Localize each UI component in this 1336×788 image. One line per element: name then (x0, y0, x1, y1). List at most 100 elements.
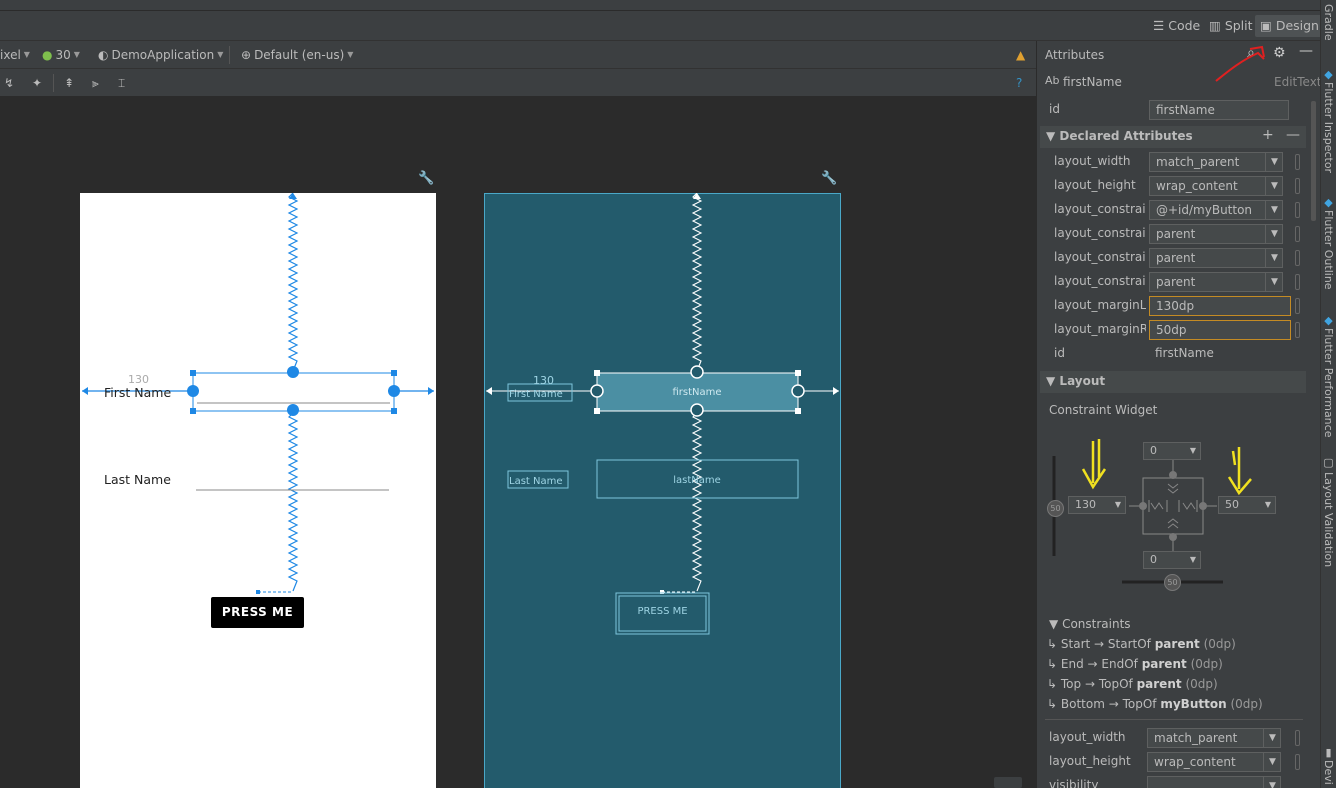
constraint-item[interactable]: ↳ Start → StartOf parent (0dp) (1047, 637, 1236, 651)
resource-picker[interactable] (1295, 154, 1300, 170)
resource-picker[interactable] (1295, 754, 1300, 770)
wrench-icon[interactable]: 🔧 (418, 171, 434, 186)
flutter-inspector-tab[interactable]: Flutter Inspector (1322, 82, 1335, 173)
top-margin-dropdown[interactable]: 0 ▼ (1143, 442, 1201, 460)
resource-picker[interactable] (1295, 226, 1300, 242)
constraints-header[interactable]: ▼ Constraints (1049, 617, 1131, 631)
infer-constraints-icon[interactable]: ✦ (32, 74, 42, 92)
chevron-down-icon[interactable]: ▼ (1265, 153, 1283, 171)
attr-label: id (1054, 346, 1065, 360)
bottom-margin-dropdown[interactable]: 0 ▼ (1143, 551, 1201, 569)
attr-label: layout_constrai... (1054, 202, 1146, 216)
id-row: id firstName (1037, 98, 1307, 122)
margin-left-input[interactable]: 130dp (1149, 296, 1291, 316)
device-selector[interactable]: ixel ▼ (0, 46, 30, 64)
chevron-down-icon[interactable]: ▼ (1263, 729, 1281, 747)
device-manager-tab[interactable]: Devi (1322, 760, 1335, 785)
horizontal-bias-slider[interactable]: 50 (1164, 574, 1181, 591)
code-icon: ☰ (1153, 18, 1165, 33)
chevron-down-icon[interactable]: ▼ (1265, 177, 1283, 195)
warning-icon[interactable]: ▲ (1016, 46, 1025, 64)
locale-selector[interactable]: ⊕ Default (en-us) ▼ (241, 46, 353, 64)
chevron-down-icon[interactable]: ▼ (1265, 201, 1283, 219)
attr-label: visibility (1049, 778, 1099, 788)
design-surface[interactable]: 130 First Name Last Name PRESS ME (80, 193, 436, 788)
first-name-label[interactable]: First Name (509, 389, 563, 400)
guidelines-icon[interactable]: ⇞ (64, 74, 74, 92)
constraint-item[interactable]: ↳ End → EndOf parent (0dp) (1047, 657, 1223, 671)
attr-value-dropdown[interactable]: match_parent (1147, 728, 1281, 748)
press-me-button[interactable]: PRESS ME (616, 606, 709, 617)
design-mode-button[interactable]: ▣ Design (1255, 15, 1324, 37)
baseline-icon[interactable]: ⌶ (118, 74, 125, 92)
chevron-down-icon[interactable]: ▼ (1265, 249, 1283, 267)
design-canvas[interactable]: 🔧 🔧 130 First Name Last Name PRESS ME 13… (0, 97, 1036, 788)
constraint-item[interactable]: ↳ Top → TopOf parent (0dp) (1047, 677, 1218, 691)
attr-value-dropdown[interactable]: parent (1149, 272, 1283, 292)
declared-row: layout_marginL... 130dp (1037, 294, 1307, 318)
attr-value-dropdown[interactable]: wrap_content (1149, 176, 1283, 196)
resource-picker[interactable] (1295, 274, 1300, 290)
globe-icon: ⊕ (241, 48, 252, 62)
right-margin-dropdown[interactable]: 50 ▼ (1218, 496, 1276, 514)
attr-value-dropdown[interactable]: @+id/myButton (1149, 200, 1283, 220)
chevron-down-icon[interactable]: ▼ (1263, 753, 1281, 771)
margin-right-input[interactable]: 50dp (1149, 320, 1291, 340)
resource-picker[interactable] (1295, 250, 1300, 266)
collapse-icon: ▼ (1049, 617, 1059, 631)
remove-icon[interactable]: — (1286, 127, 1300, 143)
split-mode-button[interactable]: ▥ Split (1204, 15, 1258, 37)
resource-picker[interactable] (1295, 730, 1300, 746)
theme-selector[interactable]: ◐ DemoApplication ▼ (98, 46, 223, 64)
chevron-down-icon[interactable]: ▼ (1265, 225, 1283, 243)
flutter-outline-tab[interactable]: Flutter Outline (1322, 210, 1335, 290)
yellow-annotation-arrow (1227, 447, 1252, 496)
attr-value-dropdown[interactable] (1147, 776, 1281, 788)
id-input[interactable]: firstName (1149, 100, 1289, 120)
chevron-down-icon[interactable]: ▼ (1263, 777, 1281, 788)
declared-row: layout_height wrap_content ▼ (1037, 174, 1307, 198)
vertical-bias-slider[interactable]: 50 (1047, 500, 1064, 517)
add-icon[interactable]: + (1262, 127, 1274, 143)
attributes-panel: Attributes ⌕ ⚙ — Ab firstName EditText i… (1036, 41, 1320, 788)
layout-header[interactable]: ▼ Layout (1040, 371, 1306, 393)
layout-validation-tab[interactable]: Layout Validation (1322, 472, 1335, 567)
flutter-icon: ◆ (1322, 314, 1335, 327)
id-value[interactable]: firstName (1149, 344, 1283, 364)
chevron-down-icon: ▼ (1189, 555, 1196, 564)
gradle-tab[interactable]: Gradle (1322, 4, 1335, 41)
clear-constraints-icon[interactable]: ↯ (4, 74, 14, 92)
code-mode-button[interactable]: ☰ Code (1148, 15, 1205, 37)
attr-value-dropdown[interactable]: parent (1149, 248, 1283, 268)
help-icon[interactable]: ? (1016, 74, 1022, 92)
first-name-label[interactable]: First Name (104, 385, 171, 400)
yellow-annotation-arrow (1081, 439, 1107, 490)
zoom-controls[interactable] (994, 777, 1022, 788)
left-margin-dropdown[interactable]: 130 ▼ (1068, 496, 1126, 514)
blueprint-surface[interactable]: 130 First Name Last Name firstName lastN… (484, 193, 841, 788)
last-name-field[interactable]: lastName (597, 475, 797, 486)
resource-picker[interactable] (1295, 202, 1300, 218)
attr-value-dropdown[interactable]: wrap_content (1147, 752, 1281, 772)
press-me-button[interactable]: PRESS ME (211, 597, 304, 628)
wrench-icon[interactable]: 🔧 (821, 171, 837, 186)
last-name-label[interactable]: Last Name (509, 476, 563, 487)
constraint-item[interactable]: ↳ Bottom → TopOf myButton (0dp) (1047, 697, 1263, 711)
gear-icon[interactable]: ⚙ (1273, 45, 1286, 61)
align-icon[interactable]: ⫸ (92, 74, 99, 92)
api-selector[interactable]: ● 30 ▼ (42, 46, 80, 64)
chevron-down-icon[interactable]: ▼ (1265, 273, 1283, 291)
declared-attributes-header[interactable]: ▼ Declared Attributes + — (1040, 126, 1306, 148)
attr-value-dropdown[interactable]: parent (1149, 224, 1283, 244)
first-name-field[interactable]: firstName (597, 387, 797, 398)
last-name-label[interactable]: Last Name (104, 472, 171, 487)
resource-picker[interactable] (1295, 178, 1300, 194)
attr-label: layout_constrai... (1054, 226, 1146, 240)
attr-value-dropdown[interactable]: match_parent (1149, 152, 1283, 172)
resource-picker[interactable] (1295, 298, 1300, 314)
minimize-icon[interactable]: — (1299, 43, 1313, 59)
flutter-performance-tab[interactable]: Flutter Performance (1322, 328, 1335, 437)
resource-picker[interactable] (1295, 322, 1300, 338)
scrollbar[interactable] (1311, 101, 1316, 221)
id-label: id (1049, 102, 1060, 116)
